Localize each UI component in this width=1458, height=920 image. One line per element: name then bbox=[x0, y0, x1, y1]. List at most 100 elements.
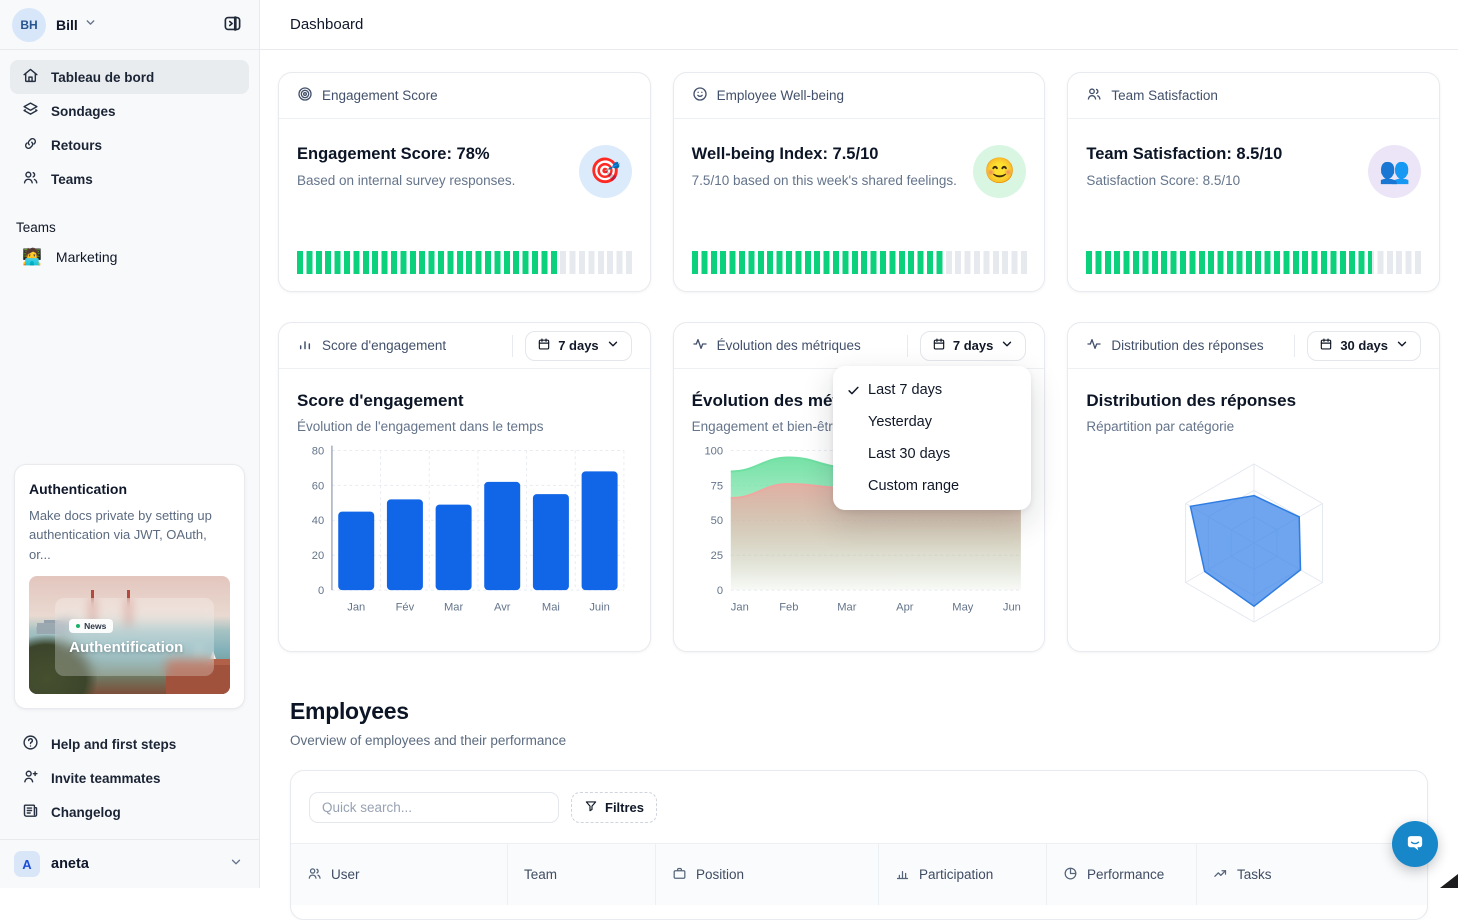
help-circle-icon bbox=[22, 734, 39, 754]
card-header-label: Évolution des métriques bbox=[717, 338, 861, 353]
progress-bar bbox=[1086, 251, 1422, 274]
news-badge: News bbox=[69, 619, 113, 633]
progress-fill bbox=[692, 251, 944, 274]
divider bbox=[907, 335, 908, 357]
sidebar: BH Bill Tableau de bord Sondages bbox=[0, 0, 260, 888]
users-icon bbox=[1086, 86, 1102, 105]
card-header-label: Distribution des réponses bbox=[1111, 338, 1263, 353]
sidebar-footer-nav: Help and first steps Invite teammates Ch… bbox=[0, 723, 259, 829]
svg-text:Apr: Apr bbox=[896, 602, 914, 614]
bar-chart: 020406080JanFévMarAvrMaiJuin bbox=[297, 438, 632, 622]
chevron-down-icon bbox=[1395, 337, 1409, 354]
page-title: Dashboard bbox=[290, 16, 363, 33]
sidebar-item-feedback[interactable]: Retours bbox=[10, 128, 249, 162]
svg-text:100: 100 bbox=[704, 445, 723, 457]
sidebar-item-changelog[interactable]: Changelog bbox=[10, 795, 249, 829]
bar bbox=[436, 505, 472, 591]
authentication-promo-card[interactable]: Authentication Make docs private by sett… bbox=[14, 464, 245, 710]
search-input[interactable] bbox=[309, 792, 559, 823]
chat-launcher-button[interactable] bbox=[1392, 821, 1438, 867]
app-window: BH Bill Tableau de bord Sondages bbox=[0, 0, 1458, 888]
date-range-button[interactable]: 30 days bbox=[1307, 331, 1421, 361]
chevron-down-icon bbox=[84, 16, 97, 34]
svg-text:60: 60 bbox=[312, 480, 324, 492]
filters-button[interactable]: Filtres bbox=[571, 792, 657, 823]
progress-fill bbox=[1086, 251, 1371, 274]
calendar-icon bbox=[537, 337, 551, 354]
promo-overlay-card: News Authentification bbox=[55, 598, 214, 676]
progress-fill bbox=[297, 251, 559, 274]
date-range-button[interactable]: 7 days bbox=[525, 331, 631, 361]
activity-icon bbox=[1086, 336, 1102, 355]
sidebar-header: BH Bill bbox=[0, 0, 259, 50]
user-name[interactable]: Bill bbox=[56, 17, 78, 33]
sidebar-nav: Tableau de bord Sondages Retours Teams bbox=[0, 50, 259, 206]
menu-item-custom-range[interactable]: Custom range bbox=[833, 470, 1031, 502]
bar bbox=[387, 499, 423, 590]
menu-item-yesterday[interactable]: Yesterday bbox=[833, 406, 1031, 438]
column-header-participation[interactable]: Participation bbox=[878, 844, 1046, 905]
bar-chart-icon bbox=[895, 866, 910, 884]
chevron-down-icon bbox=[606, 337, 620, 354]
team-item-label: Marketing bbox=[56, 249, 117, 265]
briefcase-icon bbox=[672, 866, 687, 884]
svg-text:Jun: Jun bbox=[1003, 602, 1021, 614]
sidebar-collapse-button[interactable] bbox=[217, 10, 247, 40]
chart-subtitle: Évolution de l'engagement dans le temps bbox=[297, 419, 632, 434]
date-range-menu: Last 7 days Yesterday Last 30 days Custo… bbox=[833, 366, 1031, 510]
card-body: Score d'engagement Évolution de l'engage… bbox=[279, 369, 650, 622]
bar bbox=[533, 494, 569, 590]
dart-emoji-badge: 🎯 bbox=[579, 145, 632, 198]
sidebar-item-help[interactable]: Help and first steps bbox=[10, 727, 249, 761]
card-header: Distribution des réponses 30 days bbox=[1068, 323, 1439, 369]
svg-text:25: 25 bbox=[710, 550, 722, 562]
sidebar-item-marketing[interactable]: 🧑‍💻 Marketing bbox=[0, 239, 259, 275]
link-icon bbox=[22, 135, 39, 155]
progress-bar bbox=[297, 251, 633, 274]
sidebar-item-label: Help and first steps bbox=[51, 737, 176, 752]
column-header-user[interactable]: User bbox=[291, 844, 507, 905]
menu-item-last-7-days[interactable]: Last 7 days bbox=[833, 374, 1031, 406]
activity-icon bbox=[692, 336, 708, 355]
sidebar-item-invite[interactable]: Invite teammates bbox=[10, 761, 249, 795]
funnel-icon bbox=[584, 799, 598, 816]
employees-toolbar: Filtres bbox=[291, 771, 1427, 843]
promo-overlay-title: Authentification bbox=[69, 639, 214, 656]
svg-text:50: 50 bbox=[710, 515, 722, 527]
column-header-performance[interactable]: Performance bbox=[1046, 844, 1196, 905]
card-body: Distribution des réponses Répartition pa… bbox=[1068, 369, 1439, 644]
svg-text:75: 75 bbox=[710, 480, 722, 492]
users-icon bbox=[307, 866, 322, 884]
sidebar-item-label: Changelog bbox=[51, 805, 121, 820]
calendar-icon bbox=[932, 337, 946, 354]
svg-text:Mar: Mar bbox=[837, 602, 856, 614]
technologist-emoji: 🧑‍💻 bbox=[22, 247, 42, 267]
wellbeing-card: Employee Well-being Well-being Index: 7.… bbox=[673, 72, 1046, 292]
card-header: Score d'engagement 7 days bbox=[279, 323, 650, 369]
check-icon bbox=[846, 383, 861, 398]
bar bbox=[582, 471, 618, 590]
sidebar-item-dashboard[interactable]: Tableau de bord bbox=[10, 60, 249, 94]
table-header-row: User Team Position Participation bbox=[291, 843, 1427, 905]
chart-title: Distribution des réponses bbox=[1086, 391, 1421, 411]
employees-table-card: Filtres User Team Position bbox=[290, 770, 1428, 920]
card-header: Engagement Score bbox=[279, 73, 650, 119]
chevron-down-icon bbox=[1000, 337, 1014, 354]
menu-item-last-30-days[interactable]: Last 30 days bbox=[833, 438, 1031, 470]
workspace-name: aneta bbox=[51, 856, 89, 872]
engagement-chart-card: Score d'engagement 7 days Score d'engage… bbox=[278, 322, 651, 652]
svg-text:Avr: Avr bbox=[494, 602, 511, 614]
svg-text:40: 40 bbox=[312, 515, 324, 527]
users-icon bbox=[22, 169, 39, 189]
column-header-team[interactable]: Team bbox=[507, 844, 655, 905]
date-range-button[interactable]: 7 days bbox=[920, 331, 1026, 361]
user-avatar[interactable]: BH bbox=[12, 8, 46, 42]
sidebar-item-teams[interactable]: Teams bbox=[10, 162, 249, 196]
column-header-tasks[interactable]: Tasks bbox=[1196, 844, 1427, 905]
column-header-position[interactable]: Position bbox=[655, 844, 878, 905]
team-satisfaction-card: Team Satisfaction Team Satisfaction: 8.5… bbox=[1067, 72, 1440, 292]
svg-text:Feb: Feb bbox=[779, 602, 798, 614]
sidebar-item-surveys[interactable]: Sondages bbox=[10, 94, 249, 128]
trend-up-icon bbox=[1213, 866, 1228, 884]
workspace-switcher[interactable]: A aneta bbox=[0, 839, 259, 880]
